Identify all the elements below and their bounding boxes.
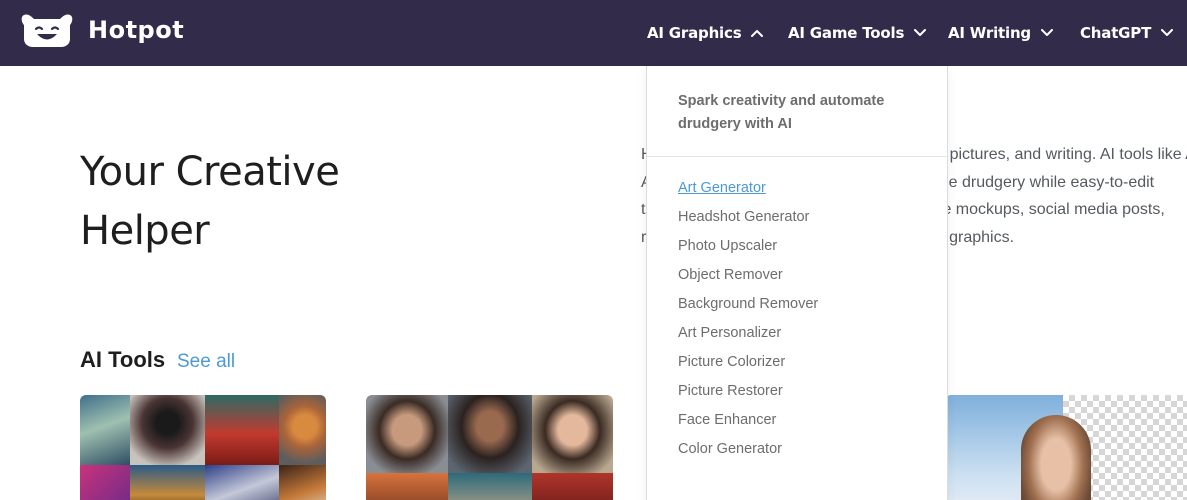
tool-card-background-remover[interactable]	[945, 395, 1187, 500]
card-image-tile	[205, 395, 279, 465]
nav-chatgpt[interactable]: ChatGPT	[1080, 0, 1174, 66]
dropdown-menu-list: Art Generator Headshot Generator Photo U…	[678, 177, 818, 467]
brand[interactable]: Hotpot	[20, 13, 184, 47]
menu-item-photo-upscaler[interactable]: Photo Upscaler	[678, 235, 818, 264]
hero-title-line: Your Creative	[80, 149, 340, 195]
menu-item-art-personalizer[interactable]: Art Personalizer	[678, 322, 818, 351]
nav-ai-writing-label: AI Writing	[948, 24, 1031, 42]
ai-graphics-dropdown: Spark creativity and automate drudgery w…	[646, 66, 948, 500]
menu-item-headshot-generator[interactable]: Headshot Generator	[678, 206, 818, 235]
card-image-tile	[448, 395, 532, 473]
menu-item-color-generator[interactable]: Color Generator	[678, 438, 818, 467]
menu-item-face-enhancer[interactable]: Face Enhancer	[678, 409, 818, 438]
nav-ai-graphics-label: AI Graphics	[647, 24, 742, 42]
see-all-link[interactable]: See all	[177, 351, 235, 373]
card-image-tile	[205, 465, 279, 500]
menu-item-picture-colorizer[interactable]: Picture Colorizer	[678, 351, 818, 380]
chevron-down-icon	[914, 29, 927, 36]
portrait-figure	[1021, 415, 1091, 500]
chevron-down-icon	[1040, 29, 1053, 36]
hero-title-line: Helper	[80, 208, 210, 254]
menu-item-object-remover[interactable]: Object Remover	[678, 264, 818, 293]
brand-name: Hotpot	[88, 16, 185, 44]
nav-ai-graphics[interactable]: AI Graphics	[647, 0, 764, 66]
chevron-up-icon	[751, 30, 764, 37]
nav-ai-game-tools-label: AI Game Tools	[788, 24, 905, 42]
smiling-face-logo-icon	[21, 14, 73, 47]
card-image-tile	[366, 473, 448, 500]
chevron-down-icon	[1161, 29, 1174, 36]
card-image-tile	[532, 395, 613, 473]
nav-ai-writing[interactable]: AI Writing	[948, 0, 1053, 66]
card-image-tile	[279, 465, 326, 500]
ai-tools-heading: AI Tools	[80, 347, 166, 372]
nav-ai-game-tools[interactable]: AI Game Tools	[788, 0, 927, 66]
card-image-tile	[80, 465, 130, 500]
tool-card-headshots[interactable]	[366, 395, 613, 500]
nav-chatgpt-label: ChatGPT	[1080, 24, 1152, 42]
top-navbar: Hotpot AI Graphics AI Game Tools AI Writ…	[0, 0, 1187, 66]
tool-card-art[interactable]	[80, 395, 326, 500]
dropdown-intro: Spark creativity and automate drudgery w…	[678, 93, 885, 132]
menu-item-art-generator[interactable]: Art Generator	[678, 177, 818, 206]
menu-item-background-remover[interactable]: Background Remover	[678, 293, 818, 322]
hero-title: Your Creative Helper	[80, 143, 420, 261]
card-image-tile	[279, 395, 326, 465]
card-image-tile	[532, 473, 613, 500]
card-image-tile	[366, 395, 448, 473]
card-image-tile	[448, 473, 532, 500]
card-image-tile	[80, 395, 130, 465]
menu-item-picture-restorer[interactable]: Picture Restorer	[678, 380, 818, 409]
dropdown-divider	[647, 156, 947, 157]
card-image-tile	[130, 395, 205, 465]
page: Hotpot AI Graphics AI Game Tools AI Writ…	[0, 0, 1187, 500]
card-image-tile	[130, 465, 205, 500]
